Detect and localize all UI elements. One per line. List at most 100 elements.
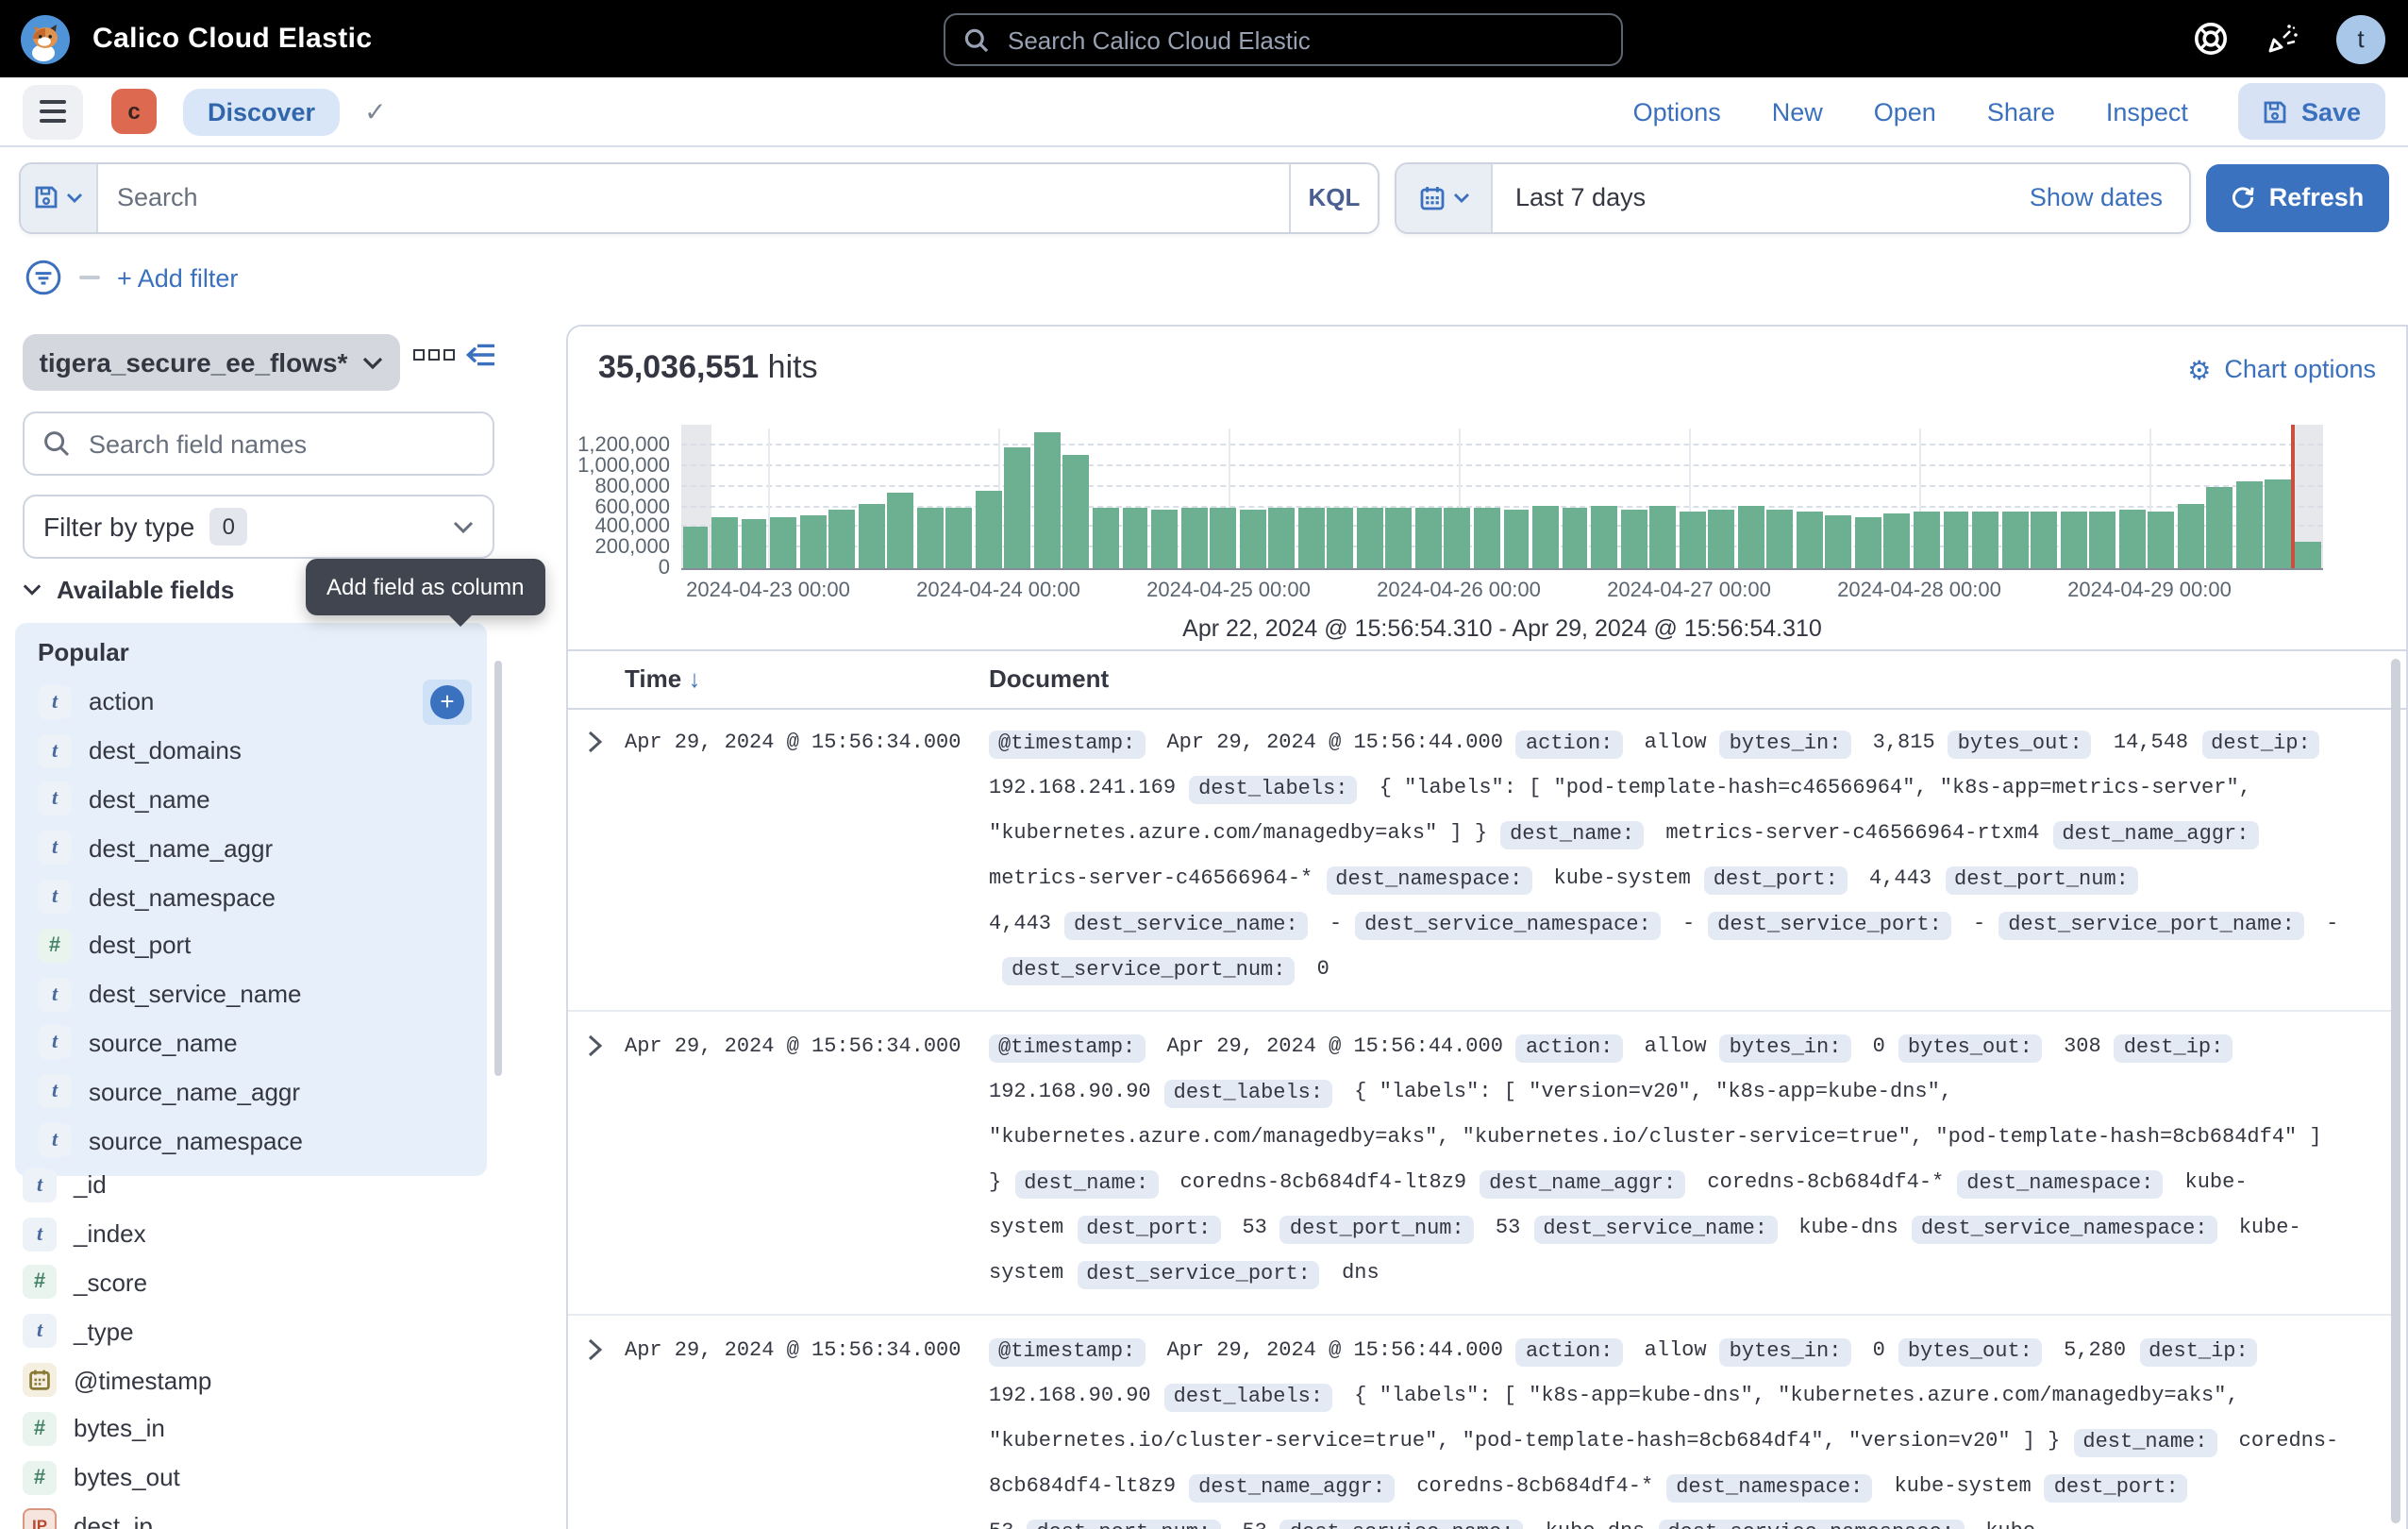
refresh-button[interactable]: Refresh: [2206, 163, 2389, 231]
add-field-as-column-button[interactable]: +: [423, 680, 472, 725]
histogram-bar[interactable]: [1767, 511, 1794, 568]
histogram-bar[interactable]: [2178, 505, 2204, 568]
field-item-bytes_out[interactable]: #bytes_out: [15, 1453, 487, 1503]
histogram-bar[interactable]: [976, 491, 1002, 568]
field-item-source_name_aggr[interactable]: tsource_name_aggr: [30, 1067, 476, 1117]
field-item-source_namespace[interactable]: tsource_namespace: [30, 1116, 476, 1165]
histogram-bar[interactable]: [1649, 506, 1676, 568]
field-item-action[interactable]: taction+: [30, 678, 476, 727]
histogram-bar[interactable]: [2266, 479, 2292, 568]
field-item-_id[interactable]: t_id: [15, 1161, 487, 1210]
menu-icon[interactable]: [23, 84, 83, 139]
histogram-bar[interactable]: [1562, 509, 1588, 568]
expand-row-icon[interactable]: [568, 1329, 625, 1529]
histogram-bar[interactable]: [2119, 511, 2146, 568]
histogram-bar[interactable]: [1298, 508, 1325, 568]
histogram-bar[interactable]: [682, 528, 709, 568]
histogram-bar[interactable]: [888, 494, 914, 568]
show-dates-link[interactable]: Show dates: [2030, 183, 2189, 211]
field-item-dest_domains[interactable]: tdest_domains: [30, 727, 476, 776]
query-language-button[interactable]: KQL: [1289, 163, 1378, 231]
calico-logo[interactable]: [19, 12, 72, 65]
histogram-bar[interactable]: [858, 505, 884, 568]
histogram-bar[interactable]: [1328, 509, 1354, 568]
histogram-bar[interactable]: [1679, 511, 1705, 568]
histogram-bar[interactable]: [1445, 509, 1471, 568]
options-link[interactable]: Options: [1633, 97, 1721, 126]
histogram-bar[interactable]: [1034, 431, 1061, 568]
histogram-bar[interactable]: [1855, 516, 1881, 568]
histogram-bar[interactable]: [2060, 512, 2086, 568]
sidebar-scrollbar[interactable]: [494, 661, 502, 1076]
histogram-bar[interactable]: [1005, 447, 1031, 568]
field-item-dest_port[interactable]: #dest_port: [30, 921, 476, 970]
histogram-bar[interactable]: [1884, 514, 1911, 568]
query-search-input[interactable]: [98, 183, 1289, 211]
histogram-bar[interactable]: [1210, 509, 1236, 568]
global-search-input[interactable]: [1004, 24, 1540, 56]
add-filter-button[interactable]: + Add filter: [117, 263, 238, 292]
histogram-bar[interactable]: [1709, 510, 1735, 568]
histogram-bar[interactable]: [1063, 455, 1090, 568]
histogram-bar[interactable]: [2236, 480, 2263, 568]
chart-options-button[interactable]: ⚙ Chart options: [2187, 355, 2376, 383]
saved-query-menu[interactable]: [21, 163, 98, 231]
histogram-bar[interactable]: [711, 516, 738, 568]
inspect-link[interactable]: Inspect: [2106, 97, 2188, 126]
histogram-bar[interactable]: [799, 515, 826, 568]
histogram-bar[interactable]: [2001, 512, 2028, 568]
help-icon[interactable]: [2193, 21, 2229, 57]
histogram-bar[interactable]: [741, 519, 767, 568]
available-fields-header[interactable]: Available fields: [23, 576, 234, 604]
histogram-bar[interactable]: [1268, 508, 1295, 568]
histogram-bar[interactable]: [1738, 506, 1764, 568]
histogram-bar[interactable]: [1093, 509, 1119, 568]
histogram-bar[interactable]: [828, 510, 855, 568]
field-item-bytes_in[interactable]: #bytes_in: [15, 1404, 487, 1453]
field-search[interactable]: [23, 412, 494, 476]
results-scrollbar[interactable]: [2391, 659, 2400, 1523]
filter-icon[interactable]: [25, 259, 62, 296]
save-button[interactable]: Save: [2239, 83, 2385, 140]
histogram-bar[interactable]: [1797, 512, 1823, 568]
histogram-bar[interactable]: [946, 508, 973, 568]
histogram-bar[interactable]: [1415, 508, 1442, 568]
histogram-bar[interactable]: [1122, 508, 1148, 568]
histogram-bar[interactable]: [2295, 542, 2321, 568]
date-picker-menu[interactable]: [1396, 163, 1493, 231]
breadcrumb[interactable]: Discover: [183, 88, 340, 135]
field-item-source_name[interactable]: tsource_name: [30, 1018, 476, 1067]
histogram-bar[interactable]: [1151, 510, 1178, 568]
expand-row-icon[interactable]: [568, 721, 625, 993]
histogram-bar[interactable]: [1826, 516, 1852, 568]
histogram-bar[interactable]: [2031, 512, 2057, 568]
histogram-bar[interactable]: [1239, 510, 1265, 568]
time-range-value[interactable]: Last 7 days: [1493, 183, 1646, 211]
space-badge[interactable]: c: [111, 89, 157, 134]
histogram-bar[interactable]: [770, 517, 796, 568]
newsfeed-icon[interactable]: [2265, 21, 2300, 57]
index-pattern-selector[interactable]: tigera_secure_ee_flows*: [23, 334, 400, 391]
field-item-_index[interactable]: t_index: [15, 1210, 487, 1259]
field-item-dest_name_aggr[interactable]: tdest_name_aggr: [30, 824, 476, 873]
global-search[interactable]: [944, 13, 1623, 66]
field-item-_type[interactable]: t_type: [15, 1307, 487, 1356]
histogram-bar[interactable]: [1591, 506, 1617, 568]
field-item-dest_service_name[interactable]: tdest_service_name: [30, 970, 476, 1019]
histogram-bar[interactable]: [1180, 508, 1207, 568]
new-link[interactable]: New: [1772, 97, 1823, 126]
field-item-@timestamp[interactable]: @timestamp: [15, 1355, 487, 1404]
field-item-_score[interactable]: #_score: [15, 1258, 487, 1307]
histogram-bar[interactable]: [1532, 506, 1559, 568]
histogram-bar[interactable]: [1503, 509, 1530, 568]
expand-row-icon[interactable]: [568, 1025, 625, 1297]
collapse-sidebar-icon[interactable]: [464, 342, 496, 368]
histogram-bar[interactable]: [2149, 512, 2175, 568]
share-link[interactable]: Share: [1987, 97, 2055, 126]
histogram-bar[interactable]: [1972, 512, 1998, 568]
columns-icon[interactable]: [413, 349, 455, 361]
histogram-bar[interactable]: [917, 507, 944, 568]
field-item-dest_namespace[interactable]: tdest_namespace: [30, 872, 476, 921]
histogram-bar[interactable]: [1386, 508, 1413, 568]
field-item-dest_ip[interactable]: IPdest_ip: [15, 1502, 487, 1529]
